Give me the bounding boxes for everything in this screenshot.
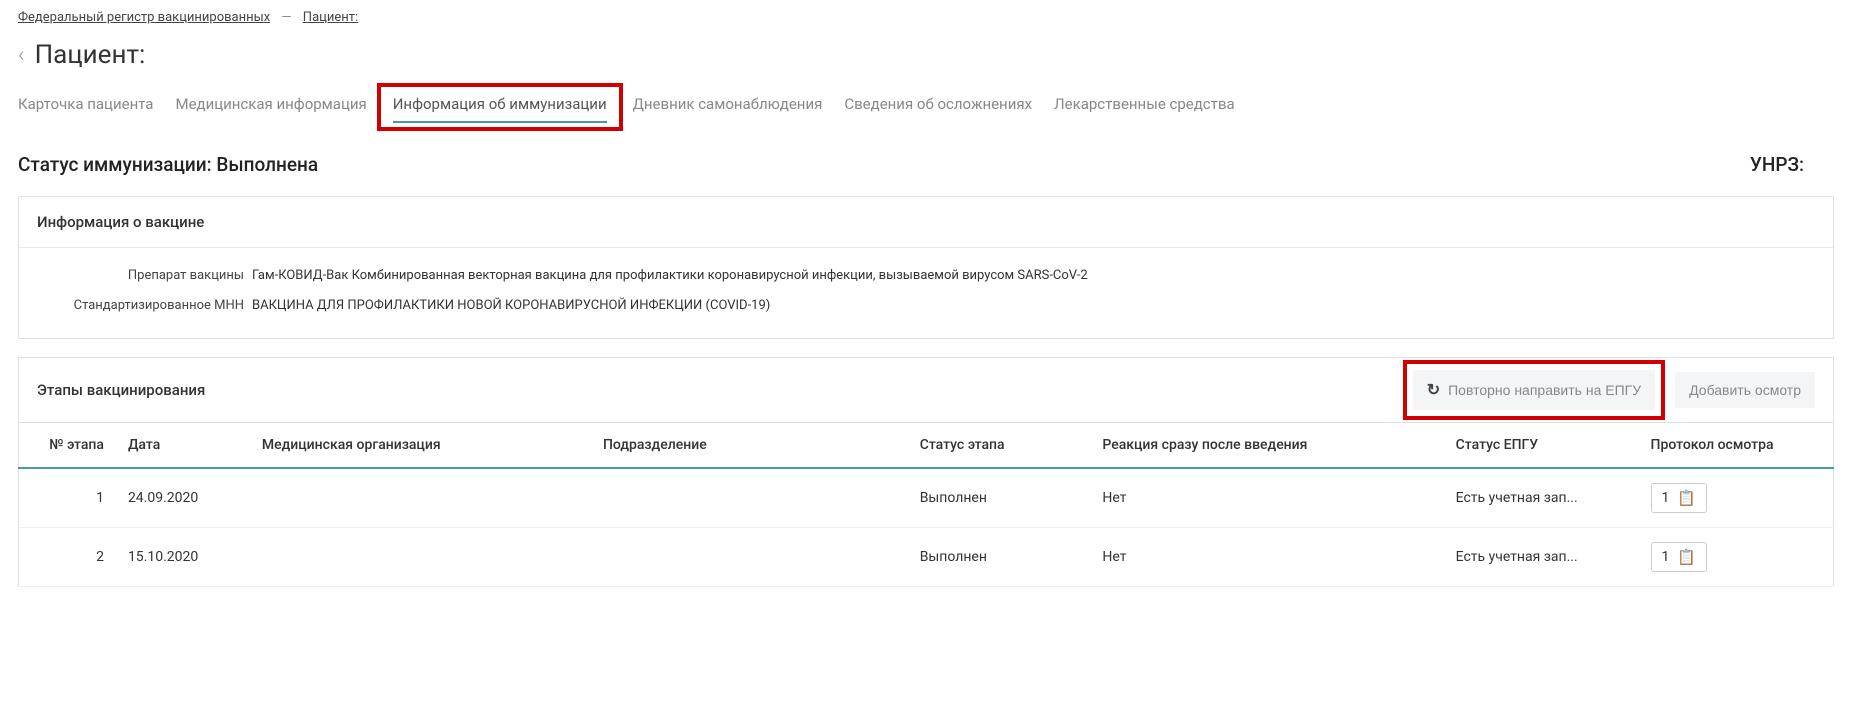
col-division: Подразделение xyxy=(591,423,908,469)
tabs: Карточка пациента Медицинская информация… xyxy=(18,95,1834,123)
col-reaction: Реакция сразу после введения xyxy=(1090,423,1443,469)
unrz-label: УНРЗ: xyxy=(1750,153,1804,176)
cell-division xyxy=(591,528,908,587)
breadcrumb-current[interactable]: Пациент: xyxy=(303,10,358,25)
cell-status: Выполнен xyxy=(908,528,1091,587)
tab-patient-card[interactable]: Карточка пациента xyxy=(18,95,153,123)
protocol-count: 1 xyxy=(1662,490,1670,506)
resend-highlight-box: ↻ Повторно направить на ЕПГУ xyxy=(1403,360,1665,420)
col-epgu: Статус ЕПГУ xyxy=(1444,423,1639,469)
col-stage: № этапа xyxy=(19,423,116,469)
status-row: Статус иммунизации: Выполнена УНРЗ: xyxy=(18,153,1834,176)
tab-self-observation[interactable]: Дневник самонаблюдения xyxy=(633,95,823,123)
protocol-button[interactable]: 1📋 xyxy=(1651,483,1708,513)
tab-medical-info[interactable]: Медицинская информация xyxy=(175,95,366,123)
cell-epgu: Есть учетная зап... xyxy=(1444,468,1639,528)
cell-protocol: 1📋 xyxy=(1639,528,1834,587)
page-title: Пациент: xyxy=(35,40,146,70)
cell-protocol: 1📋 xyxy=(1639,468,1834,528)
col-medorg: Медицинская организация xyxy=(250,423,591,469)
preparation-value: Гам-КОВИД-Вак Комбинированная векторная … xyxy=(252,268,1088,283)
cell-medorg xyxy=(250,528,591,587)
refresh-icon: ↻ xyxy=(1427,380,1440,400)
cell-medorg xyxy=(250,468,591,528)
cell-division xyxy=(591,468,908,528)
tab-immunization-info[interactable]: Информация об иммунизации xyxy=(393,95,607,123)
col-protocol: Протокол осмотра xyxy=(1639,423,1834,469)
resend-epgu-label: Повторно направить на ЕПГУ xyxy=(1448,382,1641,398)
clipboard-icon: 📋 xyxy=(1677,489,1696,507)
cell-status: Выполнен xyxy=(908,468,1091,528)
vaccine-info-body: Препарат вакцины Гам-КОВИД-Вак Комбиниро… xyxy=(19,248,1833,338)
immunization-status: Статус иммунизации: Выполнена xyxy=(18,153,318,176)
back-chevron-icon[interactable]: ‹ xyxy=(18,43,25,68)
mnn-row: Стандартизированное МНН ВАКЦИНА ДЛЯ ПРОФ… xyxy=(37,298,1815,313)
cell-reaction: Нет xyxy=(1090,528,1443,587)
table-row: 124.09.2020ВыполненНетЕсть учетная зап..… xyxy=(19,468,1834,528)
page-title-row: ‹ Пациент: xyxy=(18,40,1834,70)
col-date: Дата xyxy=(116,423,250,469)
tab-complications[interactable]: Сведения об осложнениях xyxy=(844,95,1032,123)
stages-table: № этапа Дата Медицинская организация Под… xyxy=(18,422,1834,587)
vaccine-info-panel: Информация о вакцине Препарат вакцины Га… xyxy=(18,196,1834,339)
tab-highlight-box: Информация об иммунизации xyxy=(377,83,623,131)
clipboard-icon: 📋 xyxy=(1677,548,1696,566)
mnn-value: ВАКЦИНА ДЛЯ ПРОФИЛАКТИКИ НОВОЙ КОРОНАВИР… xyxy=(252,298,770,313)
preparation-row: Препарат вакцины Гам-КОВИД-Вак Комбиниро… xyxy=(37,268,1815,283)
preparation-label: Препарат вакцины xyxy=(37,268,252,283)
cell-epgu: Есть учетная зап... xyxy=(1444,528,1639,587)
add-exam-button[interactable]: Добавить осмотр xyxy=(1675,372,1815,408)
mnn-label: Стандартизированное МНН xyxy=(37,298,252,313)
vaccine-info-title: Информация о вакцине xyxy=(19,197,1833,248)
resend-epgu-button[interactable]: ↻ Повторно направить на ЕПГУ xyxy=(1413,370,1655,410)
stages-buttons: ↻ Повторно направить на ЕПГУ Добавить ос… xyxy=(1403,370,1815,410)
breadcrumb: Федеральный регистр вакцинированных — Па… xyxy=(18,10,1834,25)
breadcrumb-root[interactable]: Федеральный регистр вакцинированных xyxy=(18,10,270,25)
cell-stage: 1 xyxy=(19,468,116,528)
protocol-button[interactable]: 1📋 xyxy=(1651,542,1708,572)
cell-date: 15.10.2020 xyxy=(116,528,250,587)
col-status: Статус этапа xyxy=(908,423,1091,469)
breadcrumb-separator: — xyxy=(281,10,291,25)
cell-stage: 2 xyxy=(19,528,116,587)
stages-header: Этапы вакцинирования ↻ Повторно направит… xyxy=(18,357,1834,422)
cell-date: 24.09.2020 xyxy=(116,468,250,528)
protocol-count: 1 xyxy=(1662,549,1670,565)
table-row: 215.10.2020 ВыполненНетЕсть учетная зап..… xyxy=(19,528,1834,587)
tab-medications[interactable]: Лекарственные средства xyxy=(1054,95,1235,123)
cell-reaction: Нет xyxy=(1090,468,1443,528)
stages-title: Этапы вакцинирования xyxy=(37,381,205,399)
